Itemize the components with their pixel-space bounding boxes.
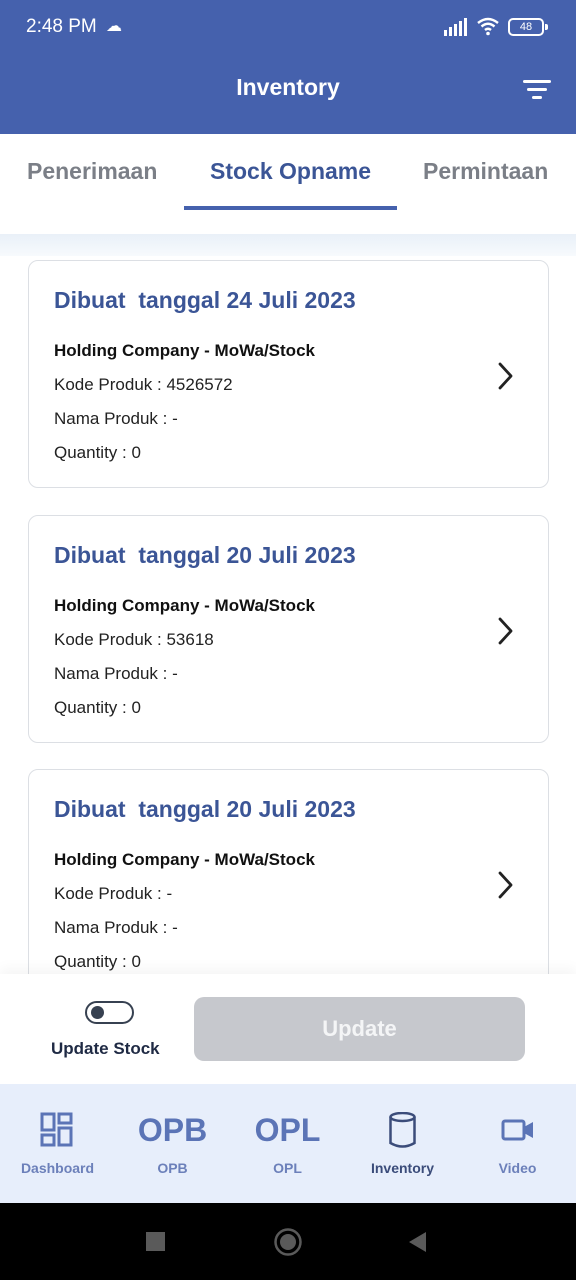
nav-label: OPL [273, 1160, 302, 1176]
chevron-right-icon[interactable] [495, 616, 515, 646]
update-stock-toggle[interactable] [85, 1001, 134, 1024]
active-tab-indicator [184, 206, 397, 210]
nav-label: Dashboard [20, 1160, 95, 1176]
app-bar: 2:48 PM ☁ 48 Inventory [0, 0, 576, 134]
system-nav-bar [0, 1203, 576, 1280]
card-company: Holding Company - MoWa/Stock [54, 850, 315, 869]
card-company: Holding Company - MoWa/Stock [54, 596, 315, 615]
status-bar: 2:48 PM ☁ 48 [0, 0, 576, 56]
update-button[interactable]: Update [194, 997, 525, 1061]
back-icon[interactable] [407, 1231, 427, 1253]
tab-permintaan[interactable]: Permintaan [423, 158, 548, 185]
chevron-right-icon[interactable] [495, 870, 515, 900]
opb-icon: OPB [137, 1112, 208, 1148]
card-nama-produk: Nama Produk : - [54, 664, 178, 683]
tab-bar: Penerimaan Stock Opname Permintaan [0, 134, 576, 234]
battery-icon: 48 [508, 18, 548, 36]
nav-label: OPB [157, 1160, 188, 1176]
toggle-knob [91, 1006, 104, 1019]
status-time: 2:48 PM [26, 16, 97, 37]
dashboard-icon [40, 1112, 73, 1147]
tabs-divider [0, 234, 576, 256]
wifi-icon [477, 17, 499, 36]
nav-item-video[interactable]: Video [460, 1084, 575, 1203]
nav-item-opl[interactable]: OPL OPL [230, 1084, 345, 1203]
card-quantity: Quantity : 0 [54, 443, 141, 462]
nav-item-inventory[interactable]: Inventory [345, 1084, 460, 1203]
nav-label: Inventory [370, 1160, 434, 1176]
recent-apps-icon[interactable] [146, 1232, 165, 1251]
database-icon [389, 1112, 416, 1148]
tab-penerimaan[interactable]: Penerimaan [27, 158, 157, 185]
card-company: Holding Company - MoWa/Stock [54, 341, 315, 360]
card-nama-produk: Nama Produk : - [54, 409, 178, 428]
nav-item-dashboard[interactable]: Dashboard [0, 1084, 115, 1203]
home-icon[interactable] [273, 1227, 303, 1257]
filter-icon[interactable] [520, 76, 554, 104]
list-item[interactable]: Dibuat tanggal 24 Juli 2023 Holding Comp… [28, 260, 549, 488]
card-heading: Dibuat tanggal 24 Juli 2023 [54, 287, 356, 313]
card-heading: Dibuat tanggal 20 Juli 2023 [54, 542, 356, 568]
page-title: Inventory [236, 74, 340, 100]
tab-stock-opname[interactable]: Stock Opname [210, 158, 371, 185]
nav-label: Video [498, 1160, 537, 1176]
list-item[interactable]: Dibuat tanggal 20 Juli 2023 Holding Comp… [28, 769, 549, 974]
card-kode-produk: Kode Produk : - [54, 884, 173, 903]
opl-icon: OPL [254, 1112, 321, 1148]
card-quantity: Quantity : 0 [54, 698, 141, 717]
cloud-icon: ☁ [106, 18, 122, 35]
card-kode-produk: Kode Produk : 53618 [54, 630, 214, 649]
card-heading: Dibuat tanggal 20 Juli 2023 [54, 796, 356, 822]
card-kode-produk: Kode Produk : 4526572 [54, 375, 233, 394]
nav-item-opb[interactable]: OPB OPB [115, 1084, 230, 1203]
card-quantity: Quantity : 0 [54, 952, 141, 971]
bottom-nav: Dashboard OPB OPB OPL OPL Inventory Vide… [0, 1084, 576, 1203]
signal-icon [444, 18, 467, 36]
chevron-right-icon[interactable] [495, 361, 515, 391]
card-nama-produk: Nama Produk : - [54, 918, 178, 937]
update-stock-label: Update Stock [51, 1039, 160, 1058]
video-camera-icon [501, 1119, 533, 1141]
stock-opname-list[interactable]: Dibuat tanggal 24 Juli 2023 Holding Comp… [0, 256, 576, 974]
action-bar: Update Stock Update [0, 974, 576, 1084]
list-item[interactable]: Dibuat tanggal 20 Juli 2023 Holding Comp… [28, 515, 549, 743]
